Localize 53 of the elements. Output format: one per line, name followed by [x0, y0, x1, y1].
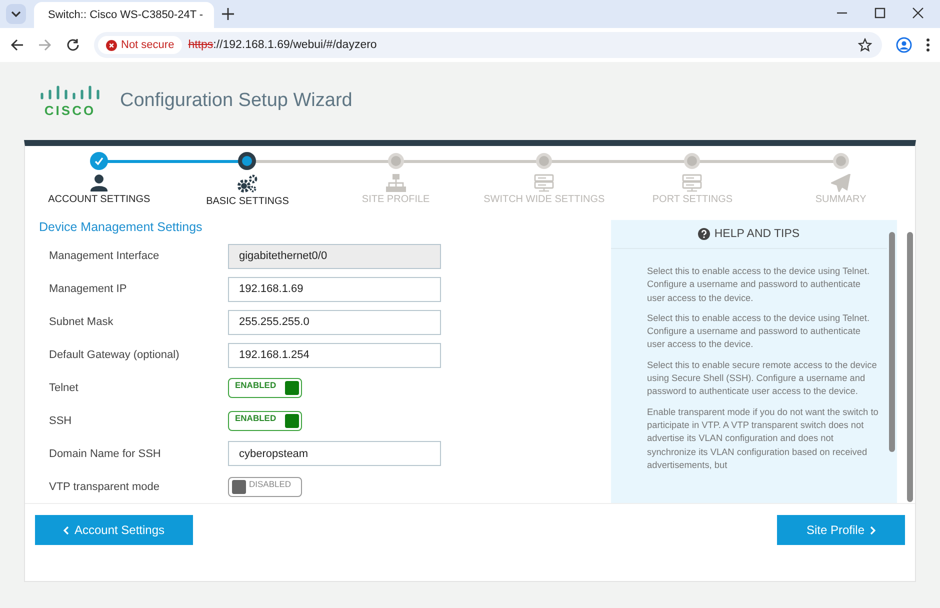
help-title: HELP AND TIPS [714, 228, 800, 240]
reload-icon[interactable] [66, 38, 80, 52]
field-label: Management Interface [49, 250, 160, 262]
next-button[interactable]: Site Profile [777, 515, 905, 545]
step-label[interactable]: ACCOUNT SETTINGS [48, 194, 150, 205]
logo-bars-icon [40, 84, 100, 100]
chevron-right-icon [870, 526, 876, 534]
toggle-switch[interactable]: ENABLED [228, 378, 302, 398]
section-title: Device Management Settings [39, 220, 204, 234]
help-text: Select this to enable access to the device using Telnet. Configure a username and password to authenticate user access to the device. [647, 265, 871, 305]
address-bar[interactable]: Not secure https://192.168.1.69/webui/#/dayzero [94, 32, 882, 58]
gears-icon [236, 174, 258, 194]
paper-plane-icon [830, 174, 851, 192]
help-icon [698, 228, 710, 240]
sitemap-icon [386, 174, 406, 192]
more-icon[interactable] [926, 38, 930, 52]
field-label: Telnet [49, 382, 80, 394]
toggle-switch[interactable]: DISABLED [228, 476, 302, 497]
help-text: Select this to enable access to the device using Telnet. Configure a username and password to authenticate user access to the device. [647, 312, 871, 352]
star-icon[interactable] [858, 38, 872, 52]
url-text: https://192.168.1.69/webui/#/dayzero [188, 39, 377, 51]
server-icon [534, 174, 554, 192]
text-field[interactable]: 255.255.255.0 [228, 310, 441, 335]
tab-search-button[interactable] [6, 4, 26, 24]
help-text: Select this to enable secure remote access to the device using Secure Shell (SSH). Configure a username and password to authenticate user access to the device. [647, 358, 878, 398]
maximize-icon[interactable] [874, 7, 886, 19]
step-label[interactable]: BASIC SETTINGS [206, 196, 289, 207]
server-icon [682, 174, 702, 192]
new-tab-icon[interactable] [222, 8, 234, 20]
browser-tab[interactable]: Switch:: Cisco WS-C3850-24T - [34, 2, 214, 28]
field-label: Management IP [49, 283, 128, 296]
field-label: VTP transparent mode [49, 480, 160, 493]
chevron-left-icon [63, 526, 70, 534]
field-label: SSH [49, 414, 73, 427]
close-icon[interactable] [912, 7, 924, 19]
warning-icon [106, 40, 117, 50]
profile-icon[interactable] [896, 37, 912, 53]
wizard-title: Configuration Setup Wizard [120, 90, 352, 112]
text-field[interactable]: cyberopsteam [228, 441, 441, 466]
check-icon [94, 156, 104, 166]
text-field[interactable]: 192.168.1.254 [228, 342, 441, 368]
chevron-icon [11, 11, 21, 17]
field-label: Subnet Mask [49, 316, 114, 328]
toggle-switch[interactable]: ENABLED [228, 410, 302, 431]
field-label: Domain Name for SSH [49, 448, 162, 460]
cisco-logo: CISCO [40, 84, 100, 118]
field-label: Default Gateway (optional) [49, 349, 180, 362]
user-icon [90, 174, 108, 192]
security-chip[interactable]: Not secure [98, 36, 182, 54]
help-text: Enable transparent mode if you do not want the switch to participate in VTP. A VTP transparent switch does not advertise its VLAN configuration and does not synchronize its VLAN configuration based on received advertisements, but [647, 406, 879, 472]
back-button[interactable]: Account Settings [35, 515, 193, 545]
back-arrow-icon[interactable] [10, 38, 24, 52]
text-field[interactable]: 192.168.1.69 [228, 276, 441, 302]
